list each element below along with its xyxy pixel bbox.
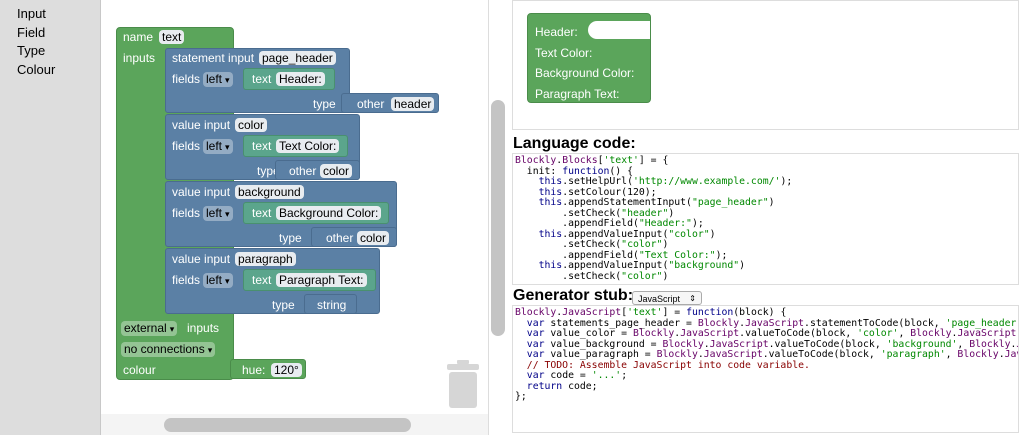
- toolbox: Input Field Type Colour: [0, 0, 101, 435]
- fields-label: fields: [172, 72, 201, 86]
- vertical-scrollbar[interactable]: [491, 100, 505, 336]
- inputs-label: inputs: [123, 51, 156, 65]
- inputs-suffix-label: inputs: [187, 321, 220, 335]
- background-color-field[interactable]: Background Color:: [276, 206, 382, 220]
- type-label-4: type: [272, 298, 295, 312]
- other-label: other: [357, 97, 385, 111]
- horizontal-scrollbar[interactable]: [164, 418, 411, 432]
- connections-dropdown[interactable]: no connections ▾: [121, 342, 216, 357]
- header-text-field[interactable]: Header:: [276, 72, 325, 86]
- value-input-background-name[interactable]: background: [235, 185, 304, 199]
- language-code-text: Blockly.Blocks['text'] = { init: functio…: [515, 155, 793, 282]
- string-label: string: [317, 298, 347, 312]
- paragraph-text-field[interactable]: Paragraph Text:: [276, 273, 367, 287]
- type-header-field[interactable]: header: [391, 97, 435, 111]
- preview-background-label: Background Color:: [535, 66, 635, 80]
- align-dropdown-2[interactable]: left ▾: [203, 139, 233, 154]
- hue-value-field[interactable]: 120°: [271, 363, 302, 377]
- text-label-2: text: [252, 139, 272, 153]
- text-label: text: [252, 72, 272, 86]
- language-code-title: Language code:: [513, 135, 636, 152]
- fields-label-3: fields: [172, 206, 201, 220]
- align-dropdown-3[interactable]: left ▾: [203, 206, 233, 221]
- language-code-box[interactable]: Blockly.Blocks['text'] = { init: functio…: [512, 153, 1019, 285]
- value-input-label: value input: [172, 118, 231, 132]
- type-label: type: [313, 97, 336, 111]
- toolbox-category-type[interactable]: Type: [17, 43, 45, 58]
- fields-label-4: fields: [172, 273, 201, 287]
- hue-label: hue:: [242, 363, 266, 377]
- statement-input-name[interactable]: page_header: [259, 51, 336, 65]
- name-label: name: [123, 30, 154, 44]
- generator-language-select[interactable]: JavaScript ⇕: [632, 291, 702, 305]
- preview-paragraph-label: Paragraph Text:: [535, 87, 620, 101]
- toolbox-category-input[interactable]: Input: [17, 6, 46, 21]
- type-color-field[interactable]: color: [320, 164, 353, 178]
- text-color-field[interactable]: Text Color:: [276, 139, 340, 153]
- text-label-4: text: [252, 273, 272, 287]
- other-label-2: other: [289, 164, 317, 178]
- toolbox-category-field[interactable]: Field: [17, 25, 45, 40]
- generator-stub-title: Generator stub:: [513, 287, 634, 304]
- name-field[interactable]: text: [159, 30, 185, 44]
- value-input-color-name[interactable]: color: [235, 118, 268, 132]
- text-label-3: text: [252, 206, 272, 220]
- toolbox-category-colour[interactable]: Colour: [17, 62, 55, 77]
- block-preview: Header: Text Color: Background Color: Pa…: [512, 0, 1019, 130]
- statement-input-label: statement input: [172, 51, 255, 65]
- generator-code-box[interactable]: Blockly.JavaScript['text'] = function(bl…: [512, 305, 1019, 433]
- other-label-3: other: [326, 231, 354, 245]
- colour-label: colour: [123, 363, 156, 377]
- align-dropdown[interactable]: left ▾: [203, 72, 233, 87]
- type-color-field-2[interactable]: color: [357, 231, 390, 245]
- external-dropdown[interactable]: external ▾: [121, 321, 178, 336]
- value-input-label-2: value input: [172, 185, 231, 199]
- type-label-3: type: [279, 231, 302, 245]
- value-input-paragraph-name[interactable]: paragraph: [235, 252, 296, 266]
- preview-text-color-label: Text Color:: [535, 46, 593, 60]
- preview-header-label: Header:: [535, 25, 578, 39]
- trash-icon[interactable]: [447, 360, 479, 408]
- workspace-divider: [488, 0, 489, 435]
- fields-label-2: fields: [172, 139, 201, 153]
- align-dropdown-4[interactable]: left ▾: [203, 273, 233, 288]
- preview-statement-slot: [588, 21, 650, 39]
- value-input-label-3: value input: [172, 252, 231, 266]
- generator-code-text: Blockly.JavaScript['text'] = function(bl…: [515, 307, 1019, 402]
